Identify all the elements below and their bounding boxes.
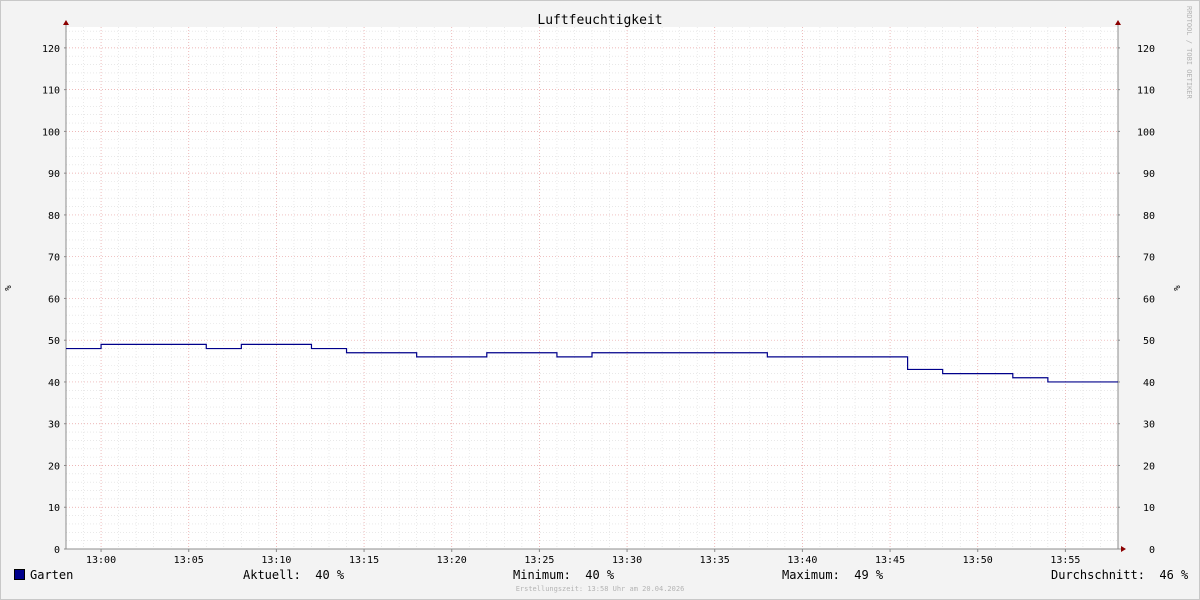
y-tick-label-left: 90 (48, 169, 60, 180)
y-tick-label-right: 50 (1143, 336, 1155, 347)
x-tick-label: 13:50 (963, 555, 993, 566)
y-tick-label-left: 30 (48, 420, 60, 431)
y-tick-label-left: 0 (54, 545, 60, 556)
y-axis-arrow-left (63, 20, 69, 25)
x-tick-label: 13:00 (86, 555, 116, 566)
legend-average: Durchschnitt: 46 % (1051, 568, 1189, 582)
y-tick-label-right: 40 (1143, 378, 1155, 389)
y-tick-label-right: 70 (1143, 253, 1155, 264)
legend-series-name: Garten (30, 568, 74, 582)
x-tick-label: 13:40 (787, 555, 817, 566)
y-tick-label-left: 60 (48, 294, 60, 305)
x-tick-label: 13:35 (700, 555, 730, 566)
watermark: RRDTOOL / TOBI OETIKER (1185, 6, 1193, 100)
x-tick-label: 13:45 (875, 555, 905, 566)
y-tick-label-left: 10 (48, 503, 60, 514)
y-axis-label-left: % (4, 285, 14, 291)
y-tick-label-left: 70 (48, 253, 60, 264)
legend-maximum: Maximum: 49 % (782, 568, 884, 582)
y-tick-label-left: 110 (42, 86, 60, 97)
y-tick-label-right: 30 (1143, 420, 1155, 431)
legend-swatch-garten (14, 569, 25, 580)
y-tick-label-right: 0 (1149, 545, 1155, 556)
y-tick-label-right: 20 (1143, 461, 1155, 472)
x-tick-label: 13:15 (349, 555, 379, 566)
x-axis-arrow (1121, 546, 1126, 552)
y-tick-label-right: 10 (1143, 503, 1155, 514)
y-tick-label-right: 80 (1143, 211, 1155, 222)
y-axis-arrow-right (1115, 20, 1121, 25)
x-tick-label: 13:10 (261, 555, 291, 566)
x-tick-label: 13:20 (437, 555, 467, 566)
chart-title: Luftfeuchtigkeit (537, 13, 662, 28)
legend-minimum: Minimum: 40 % (513, 568, 615, 582)
y-tick-label-left: 40 (48, 378, 60, 389)
y-axis-label-right: % (1173, 285, 1183, 291)
y-tick-label-right: 120 (1137, 44, 1155, 55)
y-tick-label-left: 80 (48, 211, 60, 222)
legend-current: Aktuell: 40 % (243, 568, 345, 582)
y-tick-label-left: 100 (42, 127, 60, 138)
y-tick-label-right: 90 (1143, 169, 1155, 180)
humidity-chart: 0 0 10 10 20 20 30 30 40 40 50 50 60 60 70 70 80 80 90 90 10… (4, 6, 1193, 566)
x-tick-label: 13:30 (612, 555, 642, 566)
x-tick-label: 13:25 (524, 555, 554, 566)
footer-timestamp: Erstellungszeit: 13:58 Uhr am 20.04.2026 (515, 585, 685, 593)
x-tick-label: 13:55 (1050, 555, 1080, 566)
y-tick-label-right: 60 (1143, 294, 1155, 305)
y-tick-label-left: 50 (48, 336, 60, 347)
x-tick-label: 13:05 (174, 555, 204, 566)
y-tick-label-right: 100 (1137, 127, 1155, 138)
y-tick-label-right: 110 (1137, 86, 1155, 97)
y-tick-label-left: 120 (42, 44, 60, 55)
y-tick-label-left: 20 (48, 461, 60, 472)
